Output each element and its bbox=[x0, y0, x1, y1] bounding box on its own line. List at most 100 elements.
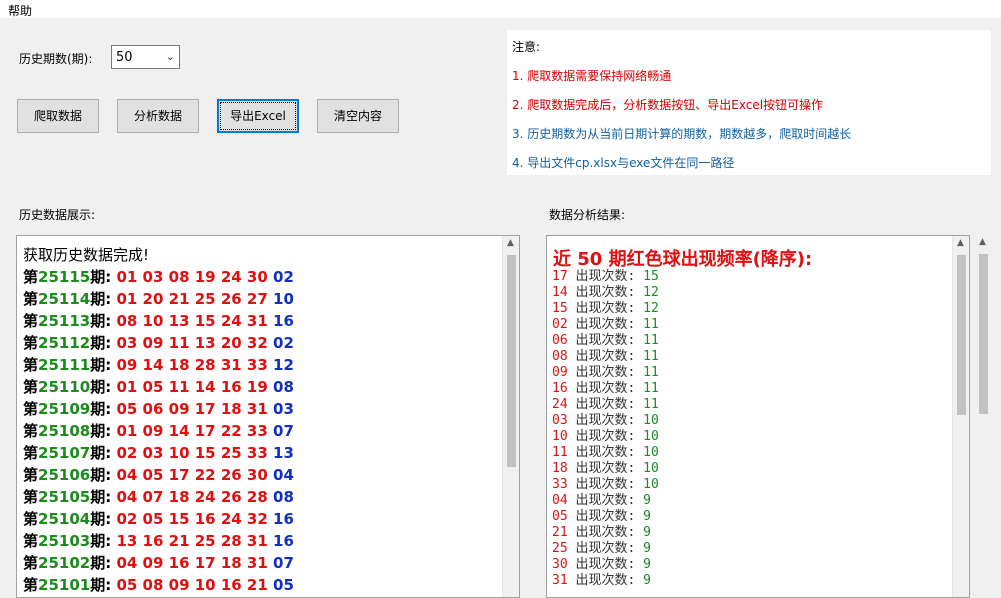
scroll-up-icon[interactable]: ▲ bbox=[979, 237, 986, 247]
ball-number: 21 bbox=[552, 525, 568, 540]
red-balls: 13 16 21 25 28 31 bbox=[116, 532, 268, 550]
count-label: 出现次数: bbox=[575, 285, 636, 300]
history-scroll-thumb[interactable] bbox=[507, 255, 516, 467]
analysis-scroll-thumb[interactable] bbox=[957, 255, 966, 415]
count-label: 出现次数: bbox=[575, 301, 636, 316]
period-prefix: 第 bbox=[23, 334, 39, 352]
period-suffix: 期: bbox=[90, 400, 112, 418]
blue-ball: 08 bbox=[273, 488, 294, 506]
history-row: 第25111期: 09 14 18 28 31 33 12 bbox=[23, 354, 294, 376]
notice-line-3: 3. 历史期数为从当前日期计算的期数，期数越多，爬取时间越长 bbox=[512, 127, 852, 141]
analysis-row: 30 出现次数: 9 bbox=[552, 557, 659, 573]
period-suffix: 期: bbox=[90, 466, 112, 484]
analysis-row: 17 出现次数: 15 bbox=[552, 269, 659, 285]
ball-number: 33 bbox=[552, 477, 568, 492]
scroll-up-icon[interactable]: ▲ bbox=[507, 238, 514, 248]
period-number: 25103 bbox=[38, 532, 91, 550]
blue-ball: 04 bbox=[273, 466, 294, 484]
period-suffix: 期: bbox=[90, 422, 112, 440]
period-prefix: 第 bbox=[23, 532, 39, 550]
period-prefix: 第 bbox=[23, 466, 39, 484]
ball-number: 16 bbox=[552, 381, 568, 396]
blue-ball: 16 bbox=[273, 532, 294, 550]
history-row: 第25105期: 04 07 18 24 26 28 08 bbox=[23, 486, 294, 508]
periods-select[interactable]: 50 ⌄ bbox=[111, 45, 180, 69]
period-number: 25111 bbox=[38, 356, 91, 374]
count-label: 出现次数: bbox=[575, 365, 636, 380]
analysis-row: 16 出现次数: 11 bbox=[552, 381, 659, 397]
blue-ball: 05 bbox=[273, 576, 294, 594]
analysis-row: 15 出现次数: 12 bbox=[552, 301, 659, 317]
analysis-scrollbar[interactable]: ▲ bbox=[952, 236, 969, 597]
periods-label: 历史期数(期): bbox=[19, 52, 93, 66]
notice-title: 注意: bbox=[512, 40, 541, 54]
count-value: 9 bbox=[643, 525, 651, 540]
export-excel-button[interactable]: 导出Excel bbox=[217, 99, 299, 133]
count-value: 10 bbox=[643, 461, 659, 476]
history-textbox[interactable]: 获取历史数据完成! 第25115期: 01 03 08 19 24 30 02 第… bbox=[16, 235, 520, 598]
analyze-data-button[interactable]: 分析数据 bbox=[117, 99, 199, 133]
period-suffix: 期: bbox=[90, 576, 112, 594]
history-row: 第25103期: 13 16 21 25 28 31 16 bbox=[23, 530, 294, 552]
period-number: 25110 bbox=[38, 378, 91, 396]
menu-help[interactable]: 帮助 bbox=[8, 2, 32, 19]
blue-ball: 03 bbox=[273, 400, 294, 418]
analysis-row: 03 出现次数: 10 bbox=[552, 413, 659, 429]
analysis-row: 25 出现次数: 9 bbox=[552, 541, 659, 557]
history-scrollbar[interactable]: ▲ bbox=[502, 236, 519, 597]
period-number: 25114 bbox=[38, 290, 91, 308]
analysis-row: 24 出现次数: 11 bbox=[552, 397, 659, 413]
red-balls: 03 09 11 13 20 32 bbox=[116, 334, 268, 352]
count-value: 10 bbox=[643, 429, 659, 444]
ball-number: 30 bbox=[552, 557, 568, 572]
period-suffix: 期: bbox=[90, 510, 112, 528]
analysis-label: 数据分析结果: bbox=[549, 208, 626, 222]
analysis-title: 近 50 期红色球出现频率(降序): bbox=[553, 249, 813, 270]
red-balls: 01 09 14 17 22 33 bbox=[116, 422, 268, 440]
blue-ball: 02 bbox=[273, 268, 294, 286]
clear-content-button[interactable]: 清空内容 bbox=[317, 99, 399, 133]
red-balls: 01 20 21 25 26 27 bbox=[116, 290, 268, 308]
history-row: 第25102期: 04 09 16 17 18 31 07 bbox=[23, 552, 294, 574]
ball-number: 02 bbox=[552, 317, 568, 332]
history-status: 获取历史数据完成! bbox=[23, 246, 150, 264]
history-row: 第25115期: 01 03 08 19 24 30 02 bbox=[23, 266, 294, 288]
analysis-textbox[interactable]: 近 50 期红色球出现频率(降序): 17 出现次数: 15 14 出现次数: 1… bbox=[546, 235, 970, 598]
red-balls: 05 08 09 10 16 21 bbox=[116, 576, 268, 594]
analysis-row: 10 出现次数: 10 bbox=[552, 429, 659, 445]
ball-number: 09 bbox=[552, 365, 568, 380]
ball-number: 18 bbox=[552, 461, 568, 476]
period-number: 25108 bbox=[38, 422, 91, 440]
ball-number: 14 bbox=[552, 285, 568, 300]
count-value: 9 bbox=[643, 557, 651, 572]
count-label: 出现次数: bbox=[575, 269, 636, 284]
count-label: 出现次数: bbox=[575, 541, 636, 556]
count-value: 11 bbox=[643, 333, 659, 348]
scroll-up-icon[interactable]: ▲ bbox=[957, 238, 964, 248]
red-balls: 01 05 11 14 16 19 bbox=[116, 378, 268, 396]
period-number: 25106 bbox=[38, 466, 91, 484]
count-value: 11 bbox=[643, 397, 659, 412]
analysis-lines: 17 出现次数: 15 14 出现次数: 12 15 出现次数: 12 02 出现次数… bbox=[552, 269, 659, 589]
count-value: 10 bbox=[643, 477, 659, 492]
history-row: 第25107期: 02 03 10 15 25 33 13 bbox=[23, 442, 294, 464]
history-row: 第25106期: 04 05 17 22 26 30 04 bbox=[23, 464, 294, 486]
period-number: 25109 bbox=[38, 400, 91, 418]
history-row: 第25101期: 05 08 09 10 16 21 05 bbox=[23, 574, 294, 596]
outer-scroll-thumb[interactable] bbox=[979, 254, 988, 414]
period-number: 25102 bbox=[38, 554, 91, 572]
period-number: 25101 bbox=[38, 576, 91, 594]
chevron-down-icon[interactable]: ⌄ bbox=[166, 50, 175, 63]
red-balls: 04 05 17 22 26 30 bbox=[116, 466, 268, 484]
analysis-row: 31 出现次数: 9 bbox=[552, 573, 659, 589]
count-value: 9 bbox=[643, 541, 651, 556]
count-label: 出现次数: bbox=[575, 381, 636, 396]
analysis-outer-scrollbar[interactable]: ▲ bbox=[975, 235, 992, 598]
count-label: 出现次数: bbox=[575, 573, 636, 588]
history-row: 第25109期: 05 06 09 17 18 31 03 bbox=[23, 398, 294, 420]
period-suffix: 期: bbox=[90, 444, 112, 462]
period-suffix: 期: bbox=[90, 532, 112, 550]
period-number: 25113 bbox=[38, 312, 91, 330]
fetch-data-button[interactable]: 爬取数据 bbox=[17, 99, 99, 133]
ball-number: 31 bbox=[552, 573, 568, 588]
